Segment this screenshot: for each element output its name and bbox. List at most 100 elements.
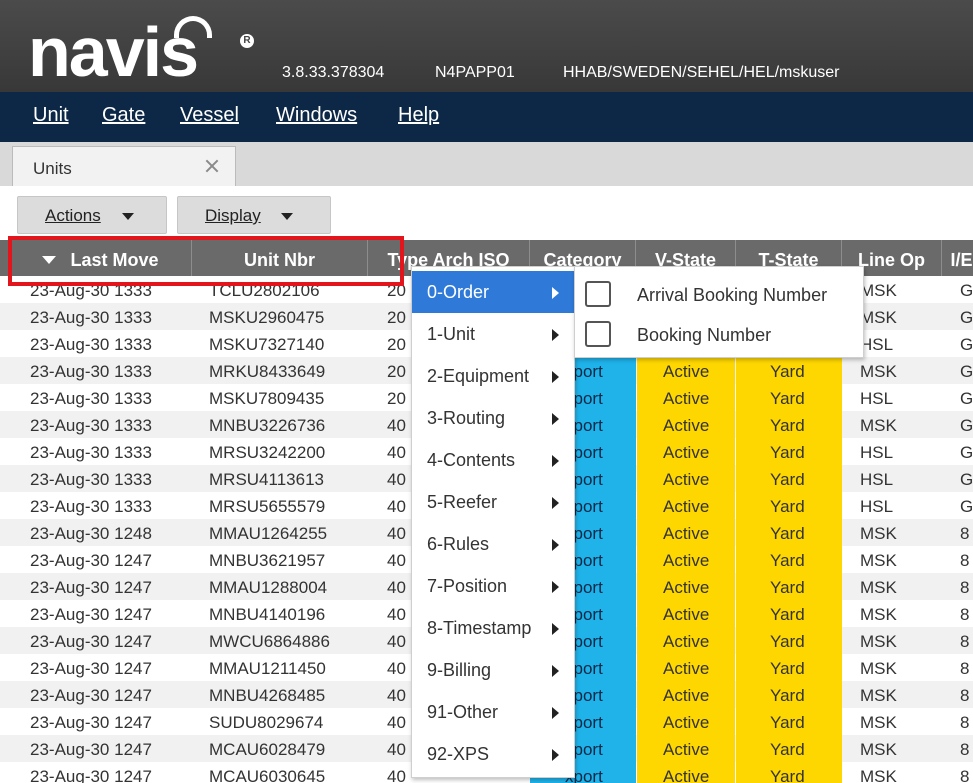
cell-ie: 8 (960, 740, 970, 759)
submenu-arrow-icon (552, 581, 559, 593)
user-scope-label: HHAB/SWEDEN/SEHEL/HEL/mskuser (563, 64, 840, 81)
cell-unit-nbr: MSKU2960475 (209, 308, 325, 327)
cell-last-move: 23-Aug-30 1247 (30, 713, 152, 732)
menu-item-3-routing[interactable]: 3-Routing (412, 397, 574, 439)
submenu-arrow-icon (552, 749, 559, 761)
cell-ie: 8 (960, 578, 970, 597)
submenu-arrow-icon (552, 623, 559, 635)
menu-windows[interactable]: Windows (276, 104, 357, 127)
cell-t-state: Yard (736, 357, 842, 384)
column-header-ie[interactable]: I/E (942, 240, 973, 276)
cell-line-op: MSK (860, 281, 897, 300)
menu-item-92-xps[interactable]: 92-XPS (412, 733, 574, 775)
submenu-item-label: Booking Number (637, 325, 772, 345)
cell-line-op: MSK (860, 686, 897, 705)
menu-item-1-unit[interactable]: 1-Unit (412, 313, 574, 355)
submenu-item-arrival-booking-number[interactable]: Arrival Booking Number (575, 273, 863, 313)
cell-ie: 8 (960, 767, 970, 783)
cell-last-move: 23-Aug-30 1248 (30, 524, 152, 543)
cell-ie: G (960, 389, 973, 408)
menu-item-9-billing[interactable]: 9-Billing (412, 649, 574, 691)
menu-gate[interactable]: Gate (102, 104, 145, 127)
cell-ie: 8 (960, 605, 970, 624)
cell-line-op: MSK (860, 578, 897, 597)
logo-text: navis (28, 13, 199, 91)
submenu-arrow-icon (552, 371, 559, 383)
cell-t-state: Yard (736, 681, 842, 708)
cell-t-state: Yard (736, 519, 842, 546)
cell-ie: G (960, 497, 973, 516)
submenu-arrow-icon (552, 707, 559, 719)
cell-last-move: 23-Aug-30 1333 (30, 308, 152, 327)
cell-unit-nbr: MRSU3242200 (209, 443, 326, 462)
menu-item-label: 4-Contents (427, 450, 516, 470)
cell-t-state: Yard (736, 384, 842, 411)
menu-item-label: 9-Billing (427, 660, 492, 680)
cell-line-op: MSK (860, 362, 897, 381)
cell-v-state: Active (637, 492, 735, 519)
cell-last-move: 23-Aug-30 1333 (30, 335, 152, 354)
caret-down-icon (281, 213, 293, 220)
cell-unit-nbr: MSKU7327140 (209, 335, 325, 354)
cell-t-state: Yard (736, 411, 842, 438)
cell-t-state: Yard (736, 762, 842, 783)
submenu-item-label: Arrival Booking Number (637, 285, 828, 305)
menu-item-label: 5-Reefer (427, 492, 498, 512)
menu-item-6-rules[interactable]: 6-Rules (412, 523, 574, 565)
menu-help[interactable]: Help (398, 104, 439, 127)
submenu-arrow-icon (552, 539, 559, 551)
navis-window: navis R 3.8.33.378304 N4PAPP01 HHAB/SWED… (0, 0, 973, 783)
cell-last-move: 23-Aug-30 1247 (30, 551, 152, 570)
cell-unit-nbr: MRSU5655579 (209, 497, 326, 516)
cell-unit-nbr: MRSU4113613 (209, 470, 324, 489)
checkbox[interactable] (585, 281, 611, 307)
actions-button[interactable]: Actions (17, 196, 167, 234)
cell-line-op: HSL (860, 497, 894, 516)
registered-icon: R (240, 34, 254, 48)
cell-t-state: Yard (736, 492, 842, 519)
cell-ie: G (960, 362, 973, 381)
cell-unit-nbr: MNBU4140196 (209, 605, 326, 624)
cell-v-state: Active (637, 573, 735, 600)
cell-line-op: MSK (860, 416, 897, 435)
cell-last-move: 23-Aug-30 1333 (30, 416, 152, 435)
menu-item-91-other[interactable]: 91-Other (412, 691, 574, 733)
cell-unit-nbr: MCAU6030645 (209, 767, 326, 783)
cell-last-move: 23-Aug-30 1247 (30, 659, 152, 678)
menu-unit[interactable]: Unit (33, 104, 69, 127)
checkbox[interactable] (585, 321, 611, 347)
menu-item-label: 1-Unit (427, 324, 476, 344)
menu-item-7-position[interactable]: 7-Position (412, 565, 574, 607)
cell-ie: G (960, 416, 973, 435)
display-button[interactable]: Display (177, 196, 331, 234)
actions-label: Actions (45, 206, 101, 225)
close-icon[interactable] (205, 159, 219, 173)
menu-item-8-timestamp[interactable]: 8-Timestamp (412, 607, 574, 649)
menu-item-2-equipment[interactable]: 2-Equipment (412, 355, 574, 397)
menu-item-4-contents[interactable]: 4-Contents (412, 439, 574, 481)
menu-item-0-order[interactable]: 0-Order (412, 271, 574, 313)
cell-v-state: Active (637, 465, 735, 492)
cell-ie: 8 (960, 551, 970, 570)
cell-last-move: 23-Aug-30 1247 (30, 740, 152, 759)
cell-line-op: MSK (860, 605, 897, 624)
cell-last-move: 23-Aug-30 1247 (30, 605, 152, 624)
submenu-item-booking-number[interactable]: Booking Number (575, 313, 863, 353)
menu-item-5-reefer[interactable]: 5-Reefer (412, 481, 574, 523)
menu-item-label: 92-XPS (427, 744, 490, 764)
cell-unit-nbr: MMAU1264255 (209, 524, 328, 543)
caret-down-icon (122, 213, 134, 220)
menu-item-label: 2-Equipment (427, 366, 530, 386)
cell-line-op: MSK (860, 632, 897, 651)
menu-vessel[interactable]: Vessel (180, 104, 239, 127)
cell-line-op: HSL (860, 443, 894, 462)
submenu-arrow-icon (552, 329, 559, 341)
cell-ie: G (960, 281, 973, 300)
column-label: Line Op (858, 250, 925, 270)
cell-v-state: Active (637, 681, 735, 708)
tab-units[interactable]: Units (12, 146, 236, 186)
cell-line-op: MSK (860, 713, 897, 732)
version-label: 3.8.33.378304 (282, 64, 385, 81)
cell-v-state: Active (637, 411, 735, 438)
menu-item-label: 7-Position (427, 576, 508, 596)
